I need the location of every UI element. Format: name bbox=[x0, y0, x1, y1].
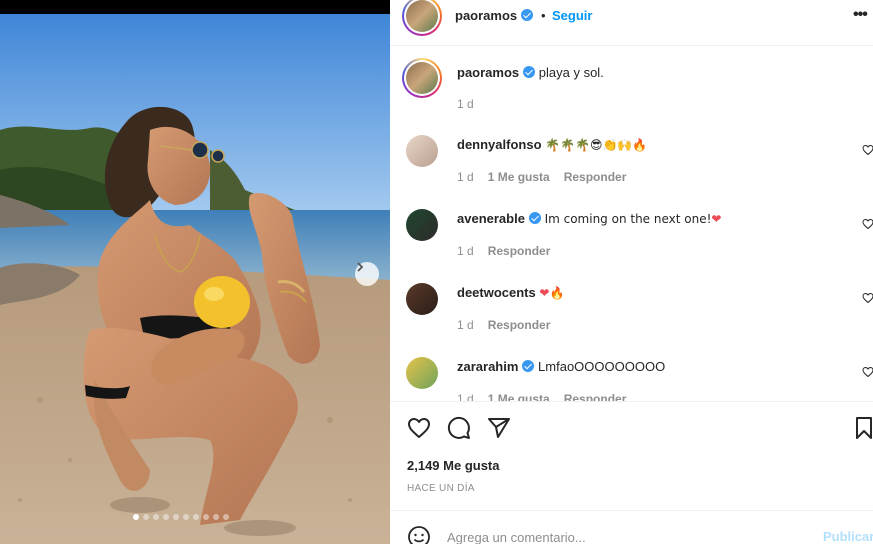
comment-text: dennyalfonso 🌴🌴🌴😎👏🙌🔥 bbox=[457, 137, 647, 153]
comment-time: 1 d bbox=[457, 170, 474, 184]
beach-photo-image bbox=[0, 0, 390, 544]
comments-list[interactable]: paoramos playa y sol. 1 d dennyalfonso 🌴… bbox=[390, 47, 873, 401]
comment-input[interactable] bbox=[447, 528, 807, 544]
comment-username[interactable]: zararahim bbox=[457, 359, 518, 374]
separator-dot: • bbox=[541, 8, 546, 23]
chevron-right-icon bbox=[357, 262, 364, 272]
comment-likes-link[interactable]: 1 Me gusta bbox=[488, 392, 550, 401]
comment-username[interactable]: deetwocents bbox=[457, 285, 536, 300]
carousel-dot bbox=[153, 514, 159, 520]
carousel-indicator bbox=[133, 514, 229, 520]
comment-icon[interactable] bbox=[447, 416, 471, 440]
caption-body: playa y sol. bbox=[538, 65, 604, 80]
more-options-icon[interactable]: ••• bbox=[853, 6, 868, 24]
verified-badge-icon bbox=[528, 212, 541, 224]
comment-text: avenerable Im coming on the next one!❤ bbox=[457, 211, 721, 227]
comment-body: LmfaoOOOOOOOOO bbox=[538, 359, 666, 374]
likes-count[interactable]: 2,149 Me gusta bbox=[407, 458, 500, 473]
caption-username[interactable]: paoramos bbox=[457, 65, 519, 80]
carousel-dot bbox=[223, 514, 229, 520]
divider bbox=[390, 401, 873, 402]
divider bbox=[390, 510, 873, 511]
verified-badge-icon bbox=[522, 360, 535, 372]
caption-time: 1 d bbox=[457, 97, 474, 111]
comment-body: Im coming on the next one!❤ bbox=[544, 212, 722, 226]
author-avatar[interactable] bbox=[402, 0, 442, 36]
like-comment-heart-icon[interactable] bbox=[862, 218, 873, 230]
reply-button[interactable]: Responder bbox=[488, 318, 551, 332]
avatar[interactable] bbox=[406, 357, 438, 389]
comment-body: ❤🔥 bbox=[539, 286, 565, 300]
follow-button[interactable]: Seguir bbox=[552, 8, 592, 23]
carousel-dot bbox=[213, 514, 219, 520]
comment-meta: 1 d Responder bbox=[457, 244, 550, 258]
reply-button[interactable]: Responder bbox=[564, 170, 627, 184]
comment-likes-link[interactable]: 1 Me gusta bbox=[488, 170, 550, 184]
comment-username[interactable]: avenerable bbox=[457, 211, 525, 226]
comment-meta: 1 d Responder bbox=[457, 318, 550, 332]
carousel-dot bbox=[203, 514, 209, 520]
avatar[interactable] bbox=[406, 135, 438, 167]
post-timestamp: HACE UN DÍA bbox=[407, 483, 475, 494]
carousel-dot bbox=[163, 514, 169, 520]
carousel-dot bbox=[173, 514, 179, 520]
comment-body: 🌴🌴🌴😎👏🙌🔥 bbox=[545, 138, 648, 152]
reply-button[interactable]: Responder bbox=[488, 244, 551, 258]
avatar[interactable] bbox=[406, 209, 438, 241]
caption-text: paoramos playa y sol. bbox=[457, 65, 604, 81]
verified-badge-icon bbox=[523, 66, 536, 78]
post-details-panel: paoramos • Seguir ••• paoramos playa y s… bbox=[390, 0, 873, 544]
comment-text: deetwocents ❤🔥 bbox=[457, 285, 564, 301]
like-comment-heart-icon[interactable] bbox=[862, 144, 873, 156]
like-comment-heart-icon[interactable] bbox=[862, 366, 873, 378]
comment-time: 1 d bbox=[457, 392, 474, 401]
carousel-dot bbox=[193, 514, 199, 520]
carousel-dot bbox=[133, 514, 139, 520]
comment-text: zararahim LmfaoOOOOOOOOO bbox=[457, 359, 665, 375]
comment-username[interactable]: dennyalfonso bbox=[457, 137, 542, 152]
post-photo[interactable] bbox=[0, 0, 390, 544]
reply-button[interactable]: Responder bbox=[564, 392, 627, 401]
post-header: paoramos • Seguir ••• bbox=[390, 0, 873, 46]
author-avatar[interactable] bbox=[402, 58, 442, 98]
carousel-dot bbox=[143, 514, 149, 520]
heart-icon[interactable] bbox=[407, 416, 431, 440]
comment-time: 1 d bbox=[457, 318, 474, 332]
send-icon[interactable] bbox=[487, 416, 511, 440]
next-photo-button[interactable] bbox=[355, 262, 379, 286]
publish-button[interactable]: Publicar bbox=[823, 529, 873, 544]
comment-meta: 1 d 1 Me gusta Responder bbox=[457, 392, 626, 401]
carousel-dot bbox=[183, 514, 189, 520]
instagram-post-view: paoramos • Seguir ••• paoramos playa y s… bbox=[0, 0, 873, 544]
comment-time: 1 d bbox=[457, 244, 474, 258]
verified-badge-icon bbox=[521, 9, 534, 21]
avatar[interactable] bbox=[406, 283, 438, 315]
author-username[interactable]: paoramos bbox=[455, 8, 534, 23]
like-comment-heart-icon[interactable] bbox=[862, 292, 873, 304]
bookmark-icon[interactable] bbox=[852, 416, 873, 440]
emoji-icon[interactable] bbox=[407, 525, 431, 544]
comment-meta: 1 d 1 Me gusta Responder bbox=[457, 170, 626, 184]
